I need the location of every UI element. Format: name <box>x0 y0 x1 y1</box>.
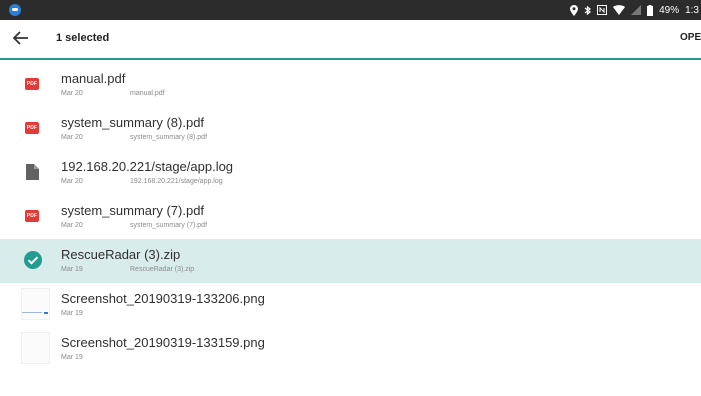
file-date: Mar 19 <box>61 354 83 361</box>
file-row-screenshot-133206[interactable]: Screenshot_20190319-133206.png Mar 19 <box>0 283 701 327</box>
file-date: Mar 20 <box>61 134 83 141</box>
selection-count: 1 selected <box>56 32 110 44</box>
open-button[interactable]: OPEN <box>680 32 701 43</box>
file-path: system_summary (7).pdf <box>130 222 208 229</box>
battery-icon <box>647 4 654 16</box>
wifi-icon <box>613 5 626 15</box>
status-icons: 49% 1:3 <box>570 0 701 20</box>
nfc-icon <box>597 5 608 15</box>
arrow-back-icon <box>13 31 28 45</box>
file-date: Mar 19 <box>61 266 83 273</box>
back-button[interactable] <box>11 28 31 48</box>
file-date: Mar 19 <box>61 310 83 317</box>
pdf-icon: PDF <box>25 76 41 92</box>
action-bar: 1 selected OPEN <box>0 20 701 60</box>
check-circle-icon <box>24 251 42 269</box>
file-row-app-log[interactable]: 192.168.20.221/stage/app.log Mar 20 192.… <box>0 151 701 195</box>
pdf-icon: PDF <box>25 208 41 224</box>
image-thumbnail <box>21 332 50 364</box>
file-date: Mar 20 <box>61 90 83 97</box>
file-row-manual-pdf[interactable]: PDF manual.pdf Mar 20 manual.pdf <box>0 63 701 107</box>
file-row-rescueradar-zip[interactable]: RescueRadar (3).zip Mar 19 RescueRadar (… <box>0 239 701 283</box>
file-date: Mar 20 <box>61 222 83 229</box>
bluetooth-icon <box>584 5 592 15</box>
file-path: manual.pdf <box>130 90 165 97</box>
file-name: system_summary (8).pdf <box>61 115 205 130</box>
file-path: RescueRadar (3).zip <box>130 266 195 273</box>
signal-icon <box>631 5 642 15</box>
file-row-system-summary-8[interactable]: PDF system_summary (8).pdf Mar 20 system… <box>0 107 701 151</box>
file-row-screenshot-133159[interactable]: Screenshot_20190319-133159.png Mar 19 <box>0 327 701 371</box>
file-name: 192.168.20.221/stage/app.log <box>61 159 234 174</box>
file-date: Mar 20 <box>61 178 83 185</box>
file-name: Screenshot_20190319-133159.png <box>61 335 265 350</box>
file-name: manual.pdf <box>61 71 126 86</box>
file-path: 192.168.20.221/stage/app.log <box>130 178 223 185</box>
pdf-icon: PDF <box>25 120 41 136</box>
file-list: PDF manual.pdf Mar 20 manual.pdf PDF sys… <box>0 63 701 371</box>
file-name: system_summary (7).pdf <box>61 203 205 218</box>
file-row-system-summary-7[interactable]: PDF system_summary (7).pdf Mar 20 system… <box>0 195 701 239</box>
document-icon <box>25 164 41 180</box>
location-icon <box>570 4 579 16</box>
battery-percent: 49% <box>659 4 680 16</box>
file-path: system_summary (8).pdf <box>130 134 208 141</box>
file-name: Screenshot_20190319-133206.png <box>61 291 265 306</box>
app-launcher-icon <box>9 4 21 16</box>
image-thumbnail <box>21 288 50 320</box>
status-bar: 49% 1:3 <box>0 0 701 20</box>
file-name: RescueRadar (3).zip <box>61 247 181 262</box>
clock: 1:3 <box>685 4 699 16</box>
